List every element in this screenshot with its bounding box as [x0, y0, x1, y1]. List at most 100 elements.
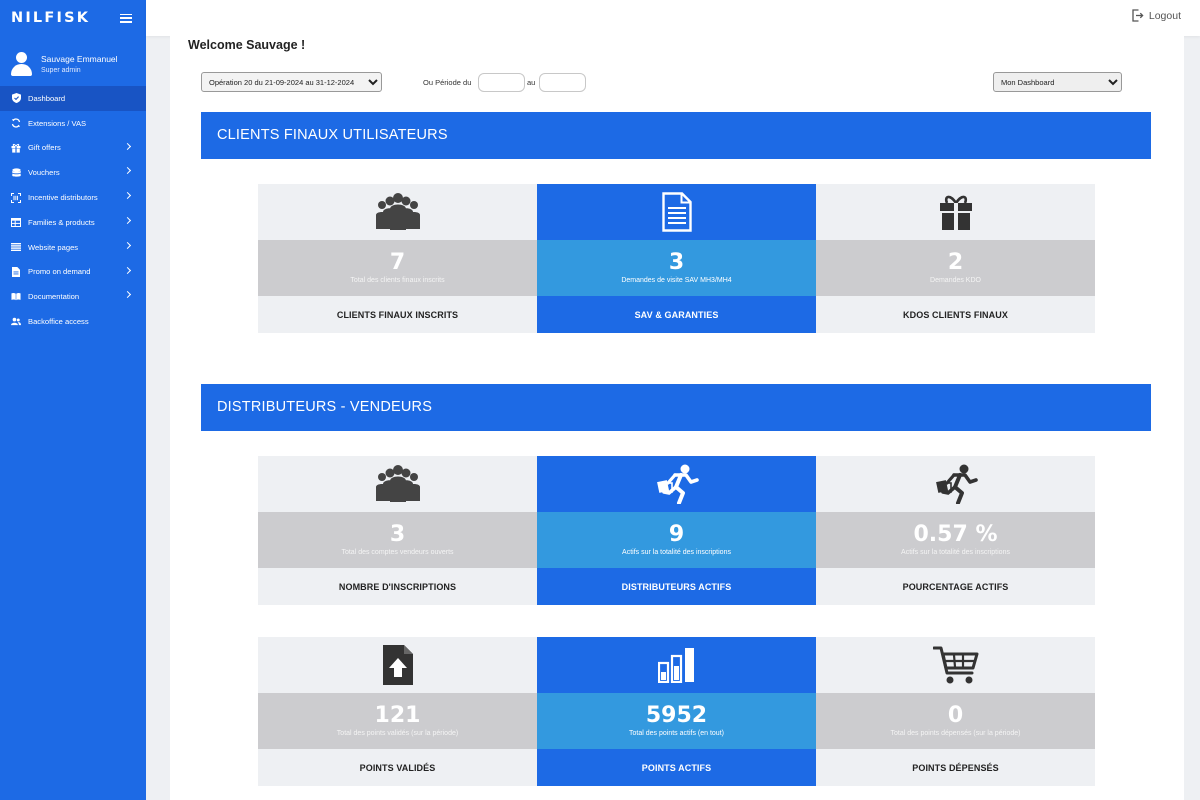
card-value: 0.57 % — [913, 522, 998, 547]
bar-chart-icon — [657, 648, 694, 683]
card-points-valides[interactable]: 121 Total des points validés (sur la péri… — [258, 637, 537, 786]
card-label: POINTS DÉPENSÉS — [816, 749, 1095, 786]
avatar — [10, 52, 33, 76]
cart-icon — [932, 646, 978, 684]
sidebar-item-label: Backoffice access — [28, 317, 89, 327]
distributeurs-cards-row2: 121 Total des points validés (sur la péri… — [258, 637, 1095, 786]
sidebar-item-label: Families & products — [28, 217, 95, 227]
scan-icon — [11, 192, 21, 203]
clients-cards: 7 Total des clients finaux inscrits CLIEN… — [258, 184, 1095, 333]
card-label: DISTRIBUTEURS ACTIFS — [537, 568, 816, 605]
nilfisk-logo[interactable]: NILFISK — [11, 10, 90, 26]
dashboard-select[interactable]: Mon Dashboard — [993, 72, 1122, 92]
period-end-input[interactable] — [539, 73, 586, 92]
top-bar: Logout — [146, 0, 1200, 36]
card-subtitle: Demandes de visite SAV MH3/MH4 — [621, 277, 732, 284]
card-value: 3 — [389, 522, 406, 547]
card-value: 3 — [668, 250, 685, 275]
sidebar-item-incentive-distributors[interactable]: Incentive distributors — [0, 185, 146, 210]
card-subtitle: Demandes KDO — [930, 277, 981, 284]
sync-icon — [11, 118, 21, 128]
card-clients-inscrits[interactable]: 7 Total des clients finaux inscrits CLIEN… — [258, 184, 537, 333]
menu-toggle-icon[interactable] — [120, 13, 132, 23]
sidebar-item-label: Documentation — [28, 292, 80, 302]
sidebar-item-label: Promo on demand — [28, 267, 91, 277]
user-name: Sauvage Emmanuel — [41, 53, 118, 64]
sidebar-item-backoffice-access[interactable]: Backoffice access — [0, 309, 146, 334]
card-label: NOMBRE D'INSCRIPTIONS — [258, 568, 537, 605]
sidebar-item-label: Dashboard — [28, 93, 66, 103]
book-open-icon — [11, 292, 21, 302]
user-role: Super admin — [41, 66, 81, 74]
file-icon — [11, 266, 21, 277]
card-value: 121 — [374, 703, 421, 728]
card-label: SAV & GARANTIES — [537, 296, 816, 333]
chevron-right-icon — [123, 216, 132, 225]
main-content: Welcome Sauvage ! Opération 20 du 21-09-… — [170, 36, 1184, 800]
card-sav-garanties[interactable]: 3 Demandes de visite SAV MH3/MH4 SAV & GA… — [537, 184, 816, 333]
period-from-label: Ou Période du — [423, 78, 472, 87]
chevron-right-icon — [123, 266, 132, 274]
card-label: KDOS CLIENTS FINAUX — [816, 296, 1095, 333]
card-distributeurs-actifs[interactable]: 9 Actifs sur la totalité des inscriptions… — [537, 456, 816, 605]
table-icon — [11, 217, 21, 227]
page-title: Welcome Sauvage ! — [188, 38, 306, 52]
logout-icon — [1132, 9, 1144, 22]
chevron-right-icon — [123, 167, 132, 175]
card-pourcentage-actifs[interactable]: 0.57 % Actifs sur la totalité des inscrip… — [816, 456, 1095, 605]
card-points-actifs[interactable]: 5952 Total des points actifs (en tout) PO… — [537, 637, 816, 786]
gift-icon — [939, 195, 972, 230]
sidebar-item-label: Incentive distributors — [28, 193, 98, 203]
card-subtitle: Total des comptes vendeurs ouverts — [341, 549, 454, 556]
card-kdos[interactable]: 2 Demandes KDO KDOS CLIENTS FINAUX — [816, 184, 1095, 333]
period-to-label: au — [527, 78, 536, 87]
section-banner-clients: CLIENTS FINAUX UTILISATEURS — [201, 112, 1151, 159]
card-nombre-inscriptions[interactable]: 3 Total des comptes vendeurs ouverts NOMB… — [258, 456, 537, 605]
card-label: POINTS VALIDÉS — [258, 749, 537, 786]
card-points-depenses[interactable]: 0 Total des points dépensés (sur la pério… — [816, 637, 1095, 786]
sidebar-item-label: Website pages — [28, 242, 79, 252]
card-subtitle: Total des points dépensés (sur la périod… — [890, 730, 1021, 737]
card-subtitle: Actifs sur la totalité des inscriptions — [622, 549, 731, 556]
document-icon — [661, 192, 692, 232]
sidebar-item-families-products[interactable]: Families & products — [0, 210, 146, 235]
logout-button[interactable]: Logout — [1132, 9, 1181, 22]
list-icon — [11, 242, 21, 252]
card-label: POURCENTAGE ACTIFS — [816, 568, 1095, 605]
logo-row: NILFISK — [0, 0, 146, 36]
sidebar: NILFISK Sauvage Emmanuel Super admin Das… — [0, 0, 146, 800]
card-label: CLIENTS FINAUX INSCRITS — [258, 296, 537, 333]
user-profile[interactable]: Sauvage Emmanuel Super admin — [0, 42, 146, 86]
running-shopper-icon — [935, 464, 978, 504]
shield-icon — [11, 93, 21, 104]
card-label: POINTS ACTIFS — [537, 749, 816, 786]
period-start-input[interactable] — [478, 73, 525, 92]
card-value: 7 — [389, 250, 406, 275]
logout-label: Logout — [1148, 9, 1181, 22]
chevron-right-icon — [123, 192, 132, 200]
sidebar-item-gift-offers[interactable]: Gift offers — [0, 136, 146, 161]
upload-file-icon — [382, 645, 413, 685]
sidebar-item-dashboard[interactable]: Dashboard — [0, 86, 146, 111]
chevron-right-icon — [123, 142, 132, 150]
group-icon — [375, 193, 420, 230]
card-subtitle: Total des points actifs (en tout) — [629, 730, 724, 737]
card-subtitle: Total des points validés (sur la période… — [336, 730, 459, 737]
operation-select[interactable]: Opération 20 du 21-09-2024 au 31-12-2024 — [201, 72, 382, 92]
card-subtitle: Total des clients finaux inscrits — [350, 277, 445, 284]
database-icon — [11, 168, 21, 178]
card-value: 5952 — [645, 703, 708, 728]
sidebar-item-vouchers[interactable]: Vouchers — [0, 160, 146, 185]
sidebar-item-label: Vouchers — [28, 168, 60, 178]
group-icon — [375, 465, 420, 502]
sidebar-item-label: Extensions / VAS — [28, 118, 87, 128]
sidebar-item-extensions[interactable]: Extensions / VAS — [0, 111, 146, 136]
card-value: 2 — [947, 250, 964, 275]
section-banner-distributeurs: DISTRIBUTEURS - VENDEURS — [201, 384, 1151, 431]
running-shopper-icon — [656, 464, 699, 504]
sidebar-item-documentation[interactable]: Documentation — [0, 284, 146, 309]
sidebar-item-promo-on-demand[interactable]: Promo on demand — [0, 260, 146, 285]
sidebar-item-website-pages[interactable]: Website pages — [0, 235, 146, 260]
card-subtitle: Actifs sur la totalité des inscriptions — [901, 549, 1010, 556]
card-value: 0 — [947, 703, 964, 728]
